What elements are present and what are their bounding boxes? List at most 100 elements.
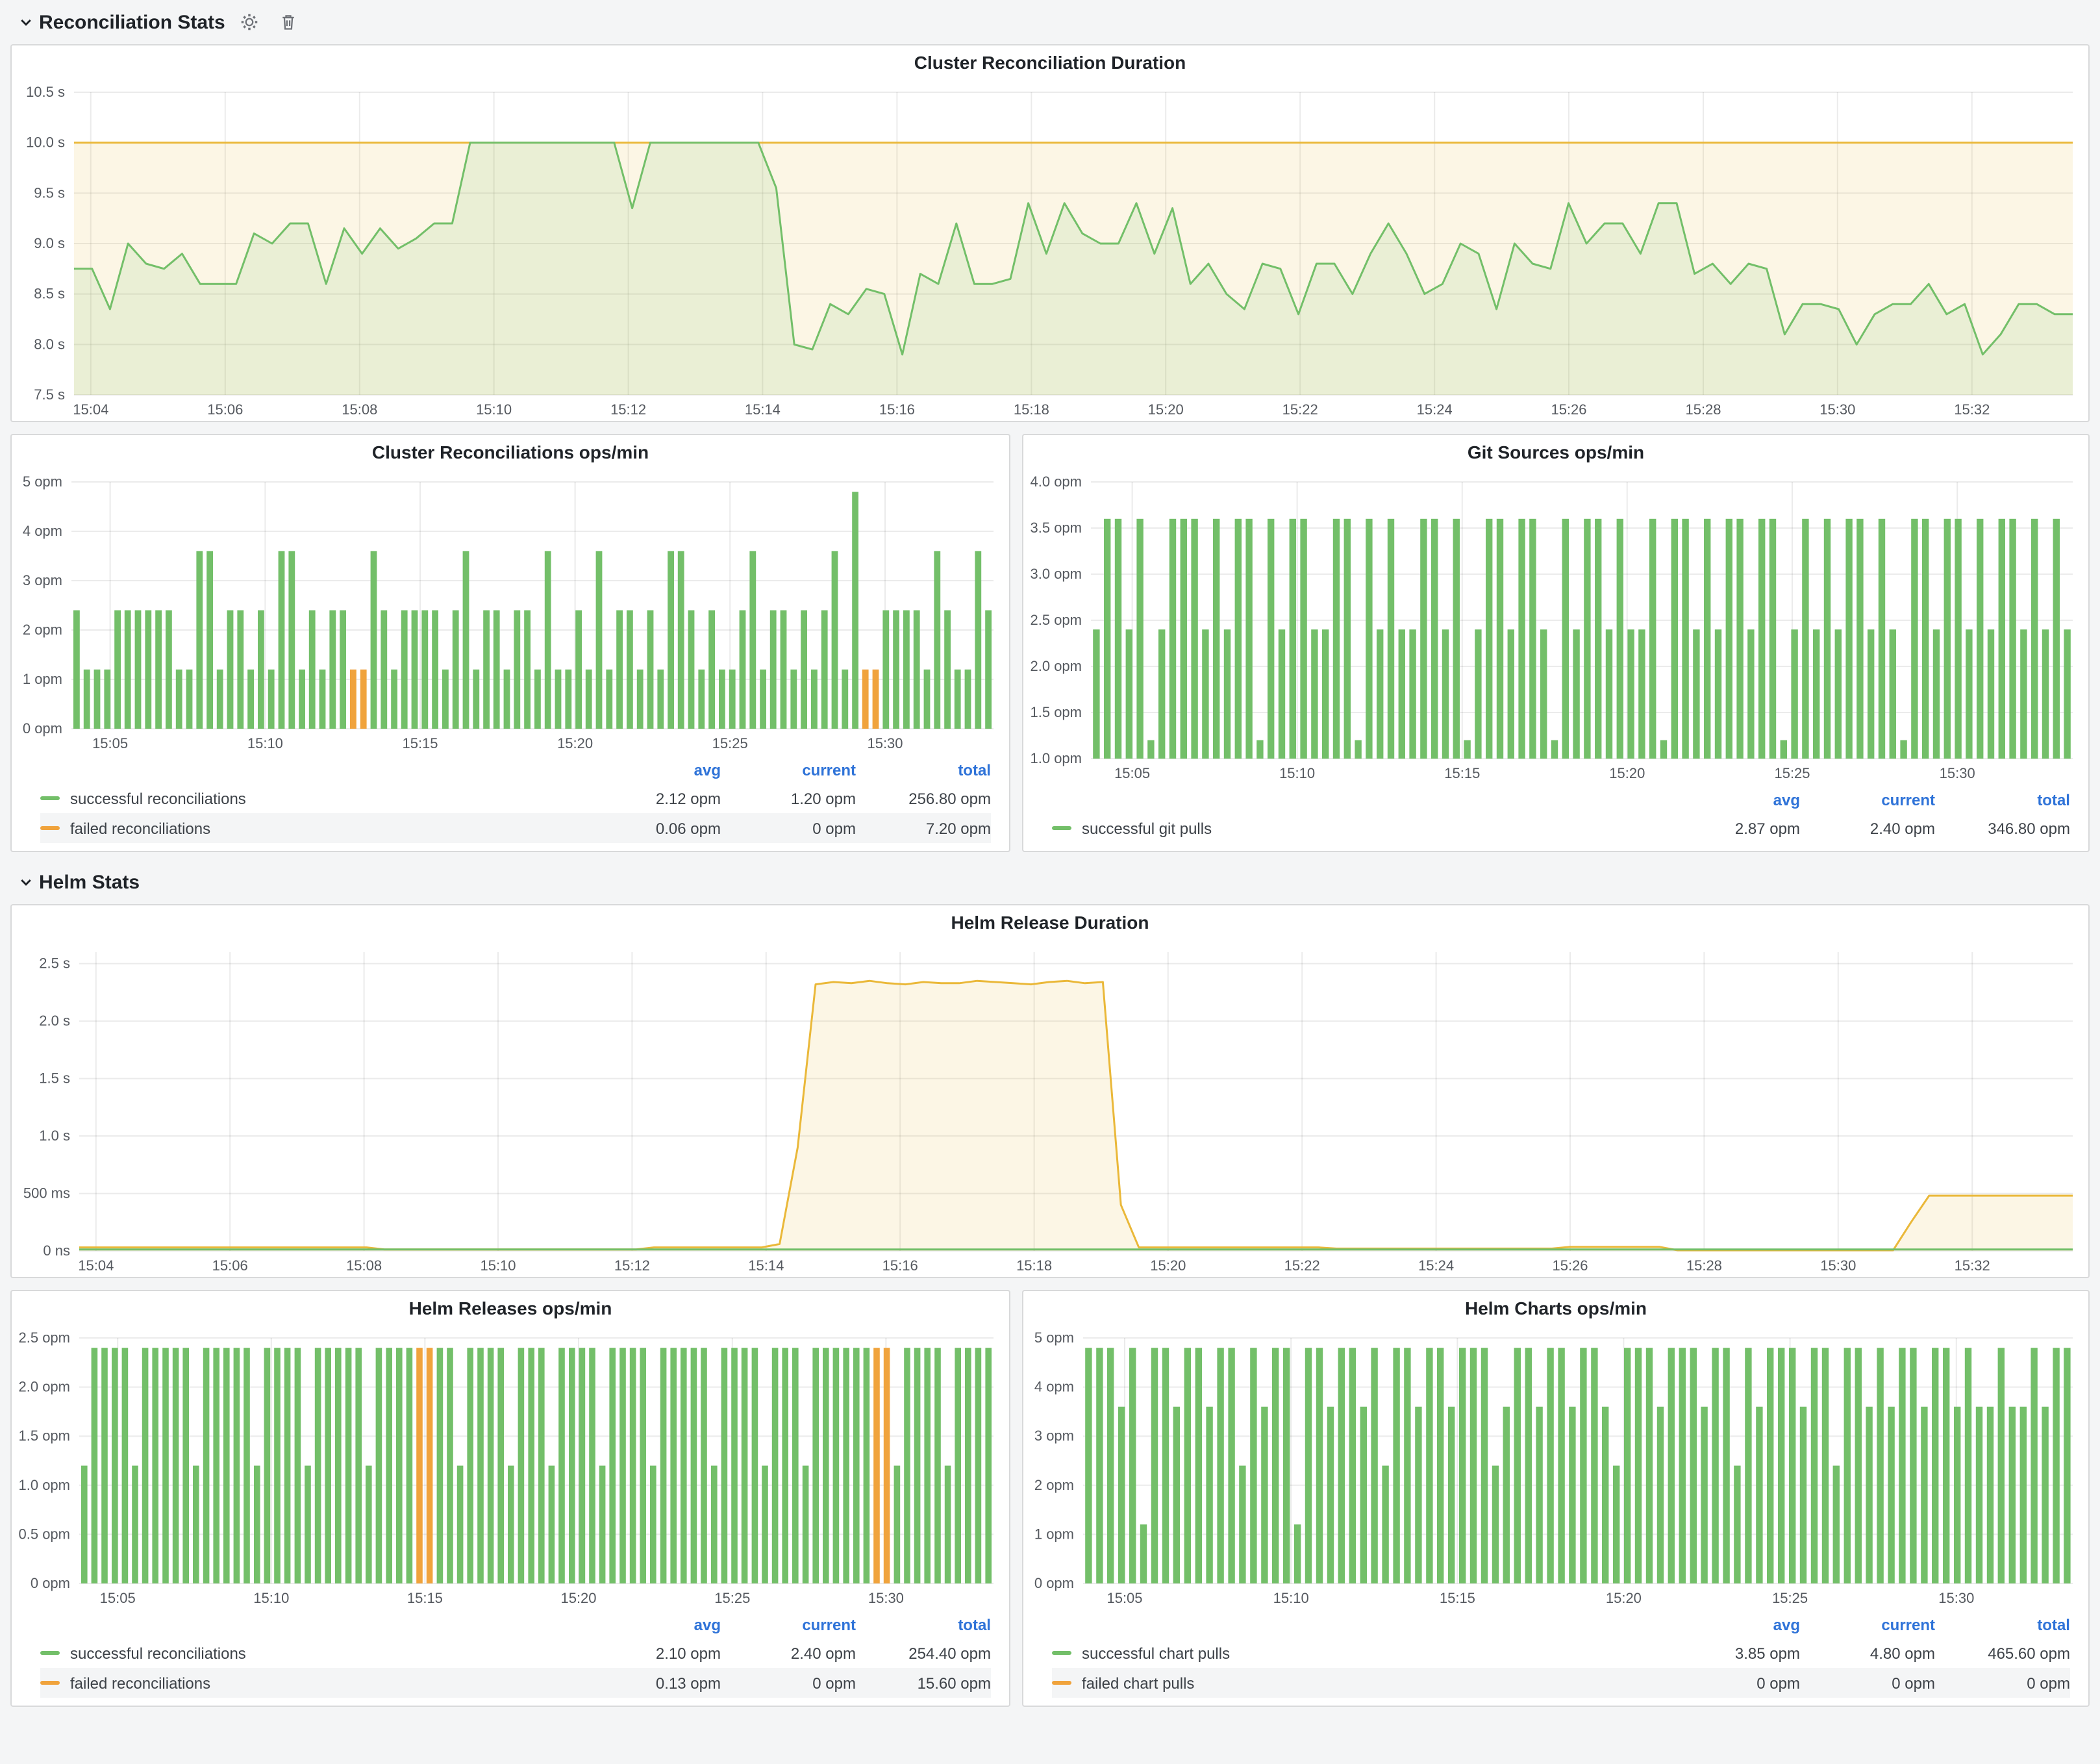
legend-row[interactable]: successful git pulls2.87 opm2.40 opm346.… — [1052, 813, 2070, 843]
panel-helm-release-duration: Helm Release Duration 0 ns500 ms1.0 s1.5… — [10, 904, 2090, 1278]
chevron-down-icon[interactable] — [18, 14, 34, 30]
svg-text:15:18: 15:18 — [1014, 401, 1049, 418]
svg-text:4 opm: 4 opm — [23, 523, 62, 539]
legend-row[interactable]: successful reconciliations2.10 opm2.40 o… — [40, 1638, 991, 1668]
legend-value: 0 opm — [1800, 1674, 1935, 1692]
svg-text:15:30: 15:30 — [1819, 401, 1855, 418]
svg-text:5 opm: 5 opm — [23, 473, 62, 490]
plot-svg: 0 ns500 ms1.0 s1.5 s2.0 s2.5 s15:0415:06… — [12, 939, 2088, 1277]
svg-text:15:20: 15:20 — [1148, 401, 1184, 418]
legend-col-total[interactable]: total — [1935, 791, 2070, 809]
svg-text:15:30: 15:30 — [868, 1590, 904, 1606]
legend-col-avg[interactable]: avg — [1665, 791, 1800, 809]
chart-cluster-reconciliation-duration[interactable]: 7.5 s8.0 s8.5 s9.0 s9.5 s10.0 s10.5 s15:… — [12, 79, 2088, 421]
svg-text:15:10: 15:10 — [476, 401, 512, 418]
chevron-down-icon[interactable] — [18, 874, 34, 890]
svg-text:15:08: 15:08 — [342, 401, 377, 418]
legend-col-current[interactable]: current — [1800, 791, 1935, 809]
svg-text:15:15: 15:15 — [1444, 765, 1480, 781]
legend-value: 2.10 opm — [586, 1644, 721, 1662]
svg-text:15:10: 15:10 — [1273, 1590, 1309, 1606]
legend-row[interactable]: successful reconciliations2.12 opm1.20 o… — [40, 783, 991, 813]
svg-text:15:05: 15:05 — [92, 735, 128, 751]
svg-text:8.5 s: 8.5 s — [34, 286, 65, 302]
panel-title[interactable]: Helm Release Duration — [12, 905, 2088, 939]
svg-text:0 opm: 0 opm — [23, 720, 62, 737]
svg-text:15:04: 15:04 — [78, 1257, 114, 1274]
gear-icon[interactable] — [236, 8, 264, 36]
svg-text:0 ns: 0 ns — [43, 1242, 70, 1259]
section-title[interactable]: Reconciliation Stats — [39, 11, 225, 33]
chart-helm-release-duration[interactable]: 0 ns500 ms1.0 s1.5 s2.0 s2.5 s15:0415:06… — [12, 939, 2088, 1277]
legend-value: 0.13 opm — [586, 1674, 721, 1692]
svg-text:1.5 opm: 1.5 opm — [1031, 704, 1082, 720]
legend-row[interactable]: failed reconciliations0.13 opm0 opm15.60… — [40, 1668, 991, 1698]
section-title[interactable]: Helm Stats — [39, 871, 140, 893]
trash-icon[interactable] — [275, 8, 303, 36]
legend-value: 346.80 opm — [1935, 819, 2070, 837]
legend-row[interactable]: failed chart pulls0 opm0 opm0 opm — [1052, 1668, 2070, 1698]
grafana-dashboard: Reconciliation Stats Cluster Reconciliat… — [0, 0, 2100, 1764]
panel-title[interactable]: Cluster Reconciliation Duration — [12, 45, 2088, 79]
legend-col-total[interactable]: total — [1935, 1616, 2070, 1634]
panel-title[interactable]: Git Sources ops/min — [1023, 435, 2088, 469]
svg-text:2.0 opm: 2.0 opm — [1031, 658, 1082, 674]
svg-text:2.0 opm: 2.0 opm — [19, 1379, 71, 1395]
svg-text:15:10: 15:10 — [253, 1590, 289, 1606]
svg-text:15:28: 15:28 — [1686, 1257, 1722, 1274]
legend-value: 0 opm — [721, 819, 856, 837]
svg-text:15:30: 15:30 — [1938, 1590, 1974, 1606]
svg-text:2 opm: 2 opm — [23, 622, 62, 638]
panel-cluster-reconciliation-duration: Cluster Reconciliation Duration 7.5 s 8.0… — [10, 44, 2090, 422]
panel-title[interactable]: Helm Releases ops/min — [12, 1291, 1009, 1325]
svg-text:15:05: 15:05 — [1106, 1590, 1142, 1606]
svg-text:15:06: 15:06 — [212, 1257, 248, 1274]
svg-text:7.5 s: 7.5 s — [34, 386, 65, 403]
svg-text:3.5 opm: 3.5 opm — [1031, 520, 1082, 536]
chart-helm-releases-ops[interactable]: 0 opm0.5 opm1.0 opm1.5 opm2.0 opm2.5 opm… — [12, 1325, 1009, 1609]
svg-text:15:10: 15:10 — [1279, 765, 1315, 781]
legend-col-avg[interactable]: avg — [1665, 1616, 1800, 1634]
svg-text:3.0 opm: 3.0 opm — [1031, 566, 1082, 582]
chart-helm-charts-ops[interactable]: 0 opm1 opm2 opm3 opm4 opm5 opm15:0515:10… — [1023, 1325, 2088, 1609]
legend-col-total[interactable]: total — [856, 1616, 991, 1634]
svg-text:8.0 s: 8.0 s — [34, 336, 65, 352]
row-1: Cluster Reconciliation Duration 7.5 s 8.0… — [10, 44, 2090, 422]
svg-text:1.5 s: 1.5 s — [39, 1070, 70, 1087]
series-color-mark — [40, 1681, 60, 1685]
panel-title[interactable]: Helm Charts ops/min — [1023, 1291, 2088, 1325]
section-header-helm-stats: Helm Stats — [10, 864, 2090, 900]
legend-value: 15.60 opm — [856, 1674, 991, 1692]
svg-text:9.5 s: 9.5 s — [34, 184, 65, 201]
chart-git-sources-ops[interactable]: 1.0 opm1.5 opm2.0 opm2.5 opm3.0 opm3.5 o… — [1023, 469, 2088, 785]
svg-text:10.0 s: 10.0 s — [26, 134, 65, 151]
svg-text:15:26: 15:26 — [1551, 401, 1586, 418]
svg-text:0 opm: 0 opm — [31, 1575, 70, 1591]
svg-text:15:22: 15:22 — [1284, 1257, 1320, 1274]
panel-title[interactable]: Cluster Reconciliations ops/min — [12, 435, 1009, 469]
svg-text:15:20: 15:20 — [557, 735, 593, 751]
legend-col-avg[interactable]: avg — [586, 1616, 721, 1634]
legend-git-sources: avgcurrenttotal successful git pulls2.87 … — [1023, 785, 2088, 851]
panel-cluster-reconciliations-ops: Cluster Reconciliations ops/min 0 opm1 o… — [10, 434, 1010, 852]
chart-cluster-reconciliations-ops[interactable]: 0 opm1 opm2 opm3 opm4 opm5 opm15:0515:10… — [12, 469, 1009, 755]
svg-text:4.0 opm: 4.0 opm — [1031, 473, 1082, 490]
legend-col-total[interactable]: total — [856, 761, 991, 779]
svg-text:1.0 opm: 1.0 opm — [1031, 750, 1082, 766]
legend-col-current[interactable]: current — [721, 1616, 856, 1634]
legend-col-current[interactable]: current — [1800, 1616, 1935, 1634]
legend-col-current[interactable]: current — [721, 761, 856, 779]
panel-git-sources-ops: Git Sources ops/min 1.0 opm 1.5 opm 2.0 op… — [1022, 434, 2090, 852]
legend-value: 2.40 opm — [721, 1644, 856, 1662]
legend-value: 0 opm — [1665, 1674, 1800, 1692]
legend-value: 0 opm — [721, 1674, 856, 1692]
svg-text:15:24: 15:24 — [1418, 1257, 1454, 1274]
legend-row[interactable]: failed reconciliations0.06 opm0 opm7.20 … — [40, 813, 991, 843]
legend-helm-releases: avgcurrenttotal successful reconciliation… — [12, 1609, 1009, 1706]
legend-col-avg[interactable]: avg — [586, 761, 721, 779]
legend-row[interactable]: successful chart pulls3.85 opm4.80 opm46… — [1052, 1638, 2070, 1668]
svg-text:15:06: 15:06 — [207, 401, 243, 418]
svg-text:1.0 opm: 1.0 opm — [19, 1477, 71, 1493]
svg-text:15:15: 15:15 — [402, 735, 438, 751]
svg-text:15:15: 15:15 — [407, 1590, 443, 1606]
